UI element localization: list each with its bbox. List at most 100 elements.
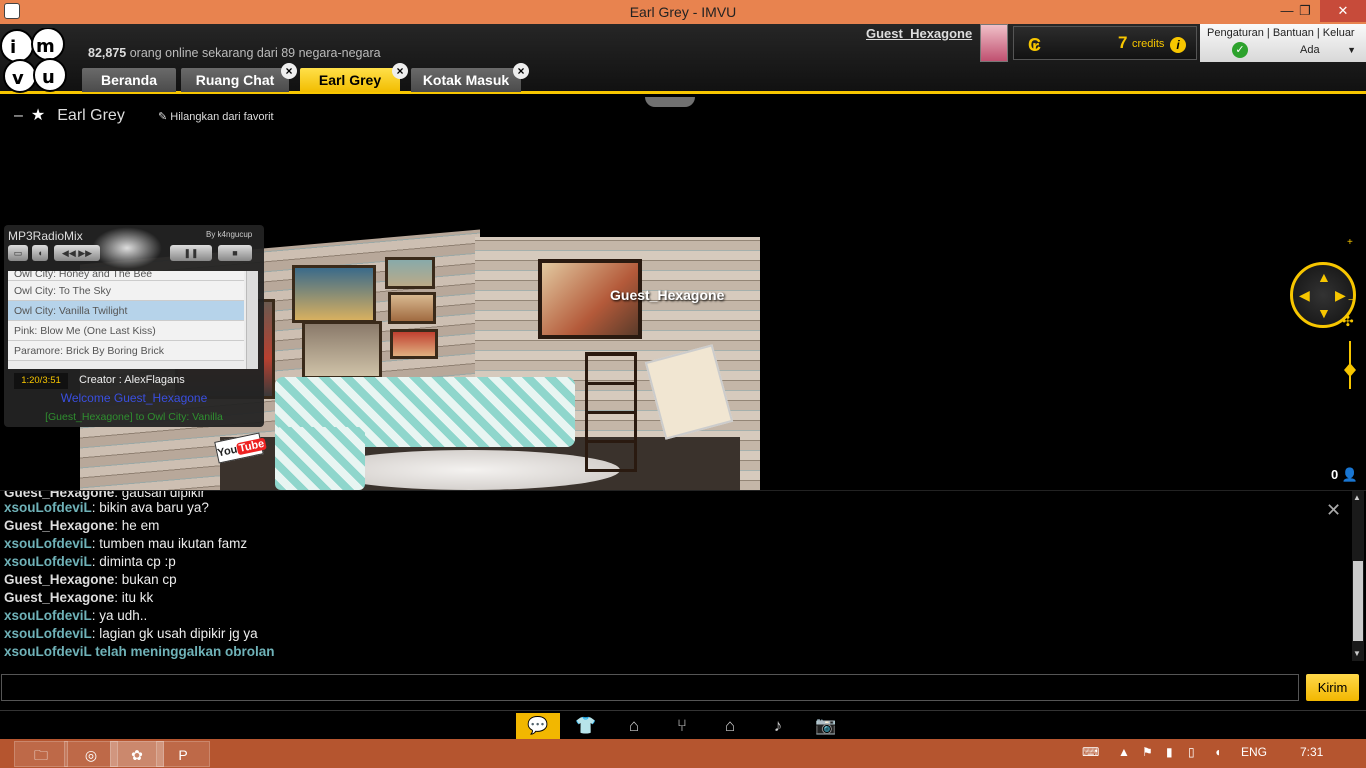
fit-view-icon[interactable]: ✣ <box>1342 313 1354 330</box>
status-select[interactable]: ✓ Ada ▼ <box>1232 42 1360 58</box>
chat-input[interactable] <box>1 674 1299 701</box>
signal-icon[interactable]: ▮ <box>1166 745 1173 759</box>
chat-text: : bukan cp <box>114 572 177 587</box>
tab-ruang-chat[interactable]: Ruang Chat × <box>181 63 297 92</box>
user-count[interactable]: 0 👤 <box>1331 467 1358 483</box>
playlist-item[interactable]: Owl City: To The Sky <box>8 281 244 301</box>
arrow-up-icon[interactable]: ▲ <box>1317 269 1331 285</box>
person-icon: 👤 <box>1341 467 1359 482</box>
imvu-logo[interactable]: i m v u <box>0 28 70 94</box>
zoom-out-icon[interactable]: − <box>1348 295 1354 306</box>
credits-value: 7 <box>1118 33 1128 52</box>
avatar-name-tag[interactable]: Guest_Hexagone <box>610 287 724 303</box>
avatar[interactable] <box>980 24 1008 62</box>
chat-log[interactable]: Guest_Hexagone: gausah dipikir xsouLofde… <box>0 490 1366 662</box>
scrollbar-thumb[interactable] <box>1353 561 1363 641</box>
room-title: – ★ Earl Grey <box>14 105 125 125</box>
scroll-up-icon[interactable]: ▲ <box>1353 493 1361 502</box>
close-tab-icon[interactable]: × <box>392 63 408 79</box>
file-explorer-icon[interactable]: 🗀 <box>14 741 68 767</box>
playlist-scrollbar[interactable] <box>246 271 258 369</box>
powerpoint-icon[interactable]: P <box>156 741 210 767</box>
tab-beranda[interactable]: Beranda <box>82 68 176 92</box>
clock[interactable]: 7:31 <box>1300 745 1323 759</box>
volume-icon[interactable]: ◖ <box>32 245 48 261</box>
zoom-in-icon[interactable]: + <box>1347 237 1353 248</box>
info-icon[interactable]: i <box>1170 37 1186 53</box>
svg-text:v: v <box>12 68 24 89</box>
chevron-up-icon[interactable]: ▲ <box>1118 745 1130 759</box>
scroll-down-icon[interactable]: ▼ <box>1353 649 1361 658</box>
screen-icon[interactable]: ▭ <box>8 245 28 261</box>
playlist[interactable]: Owl City: Honey and The Bee Owl City: To… <box>8 271 258 369</box>
credits-panel[interactable]: ₢ 7 credits i <box>1013 26 1197 60</box>
chat-line: Guest_Hexagone: bukan cp <box>4 572 177 587</box>
svg-text:m: m <box>36 36 55 57</box>
room-3d-view[interactable]: – ★ Earl Grey ✎ Hilangkan dari favorit You… <box>0 97 1366 490</box>
arrow-down-icon[interactable]: ▼ <box>1317 305 1331 321</box>
window-title-bar: Earl Grey - IMVU — ❐ ✕ <box>0 0 1366 24</box>
zoom-slider[interactable] <box>1344 335 1356 395</box>
picture-frame <box>390 329 438 359</box>
chat-user[interactable]: Guest_Hexagone <box>4 518 114 533</box>
picture-frame <box>292 265 376 323</box>
battery-icon[interactable]: ▯ <box>1188 745 1195 759</box>
chat-line: xsouLofdeviL: bikin ava baru ya? <box>4 500 209 515</box>
username-link[interactable]: Guest_Hexagone <box>866 26 972 41</box>
chat-user[interactable]: xsouLofdeviL <box>4 500 92 515</box>
chat-scrollbar[interactable]: ▲ ▼ <box>1352 491 1364 661</box>
room-name: Earl Grey <box>57 107 125 124</box>
chat-icon[interactable]: 💬 <box>516 713 560 739</box>
speaker-icon[interactable]: ◖ <box>1214 745 1221 759</box>
track-time: 1:20/3:51 <box>14 373 68 389</box>
star-icon[interactable]: ★ <box>31 107 45 124</box>
chat-line: xsouLofdeviL: diminta cp :p <box>4 554 176 569</box>
playlist-item[interactable]: Paramore: Brick By Boring Brick <box>8 341 244 361</box>
chat-user[interactable]: xsouLofdeviL <box>4 608 92 623</box>
chat-user[interactable]: Guest_Hexagone <box>4 590 114 605</box>
playlist-item[interactable]: Pink: Blow Me (One Last Kiss) <box>8 321 244 341</box>
online-status-text: 82,875 orang online sekarang dari 89 neg… <box>88 46 381 60</box>
arrow-left-icon[interactable]: ◀ <box>1299 287 1310 304</box>
close-tab-icon[interactable]: × <box>513 63 529 79</box>
keyboard-icon[interactable]: ⌨ <box>1082 745 1099 759</box>
chat-text: : ya udh.. <box>91 608 148 623</box>
close-tab-icon[interactable]: × <box>281 63 297 79</box>
settings-links[interactable]: Pengaturan | Bantuan | Keluar <box>1207 27 1355 39</box>
chat-user[interactable]: xsouLofdeviL <box>4 554 92 569</box>
chat-user[interactable]: Guest_Hexagone <box>4 491 114 500</box>
send-button[interactable]: Kirim <box>1306 674 1359 701</box>
home-icon[interactable]: ⌂ <box>708 713 752 739</box>
chat-user[interactable]: xsouLofdeviL <box>4 536 92 551</box>
sofa-section[interactable] <box>275 427 365 490</box>
playlist-item-selected[interactable]: Owl City: Vanilla Twilight <box>8 301 244 321</box>
arrow-right-icon[interactable]: ▶ <box>1335 287 1346 304</box>
stop-icon[interactable]: ■ <box>218 245 252 261</box>
status-value: Ada <box>1300 44 1320 56</box>
zoom-knob[interactable] <box>1344 363 1356 377</box>
tab-earl-grey[interactable]: Earl Grey × <box>300 63 408 92</box>
shirt-icon[interactable]: 👕 <box>564 713 608 739</box>
camera-icon[interactable]: 📷 <box>804 713 848 739</box>
prev-next-icon[interactable]: ◀◀ ▶▶ <box>54 245 100 261</box>
language-indicator[interactable]: ENG <box>1241 745 1267 759</box>
tab-kotak-masuk[interactable]: Kotak Masuk × <box>411 63 529 92</box>
imvu-window: Earl Grey - IMVU — ❐ ✕ i m v u 82,875 or… <box>0 0 1366 768</box>
collapse-icon[interactable]: – <box>14 107 23 124</box>
pause-icon[interactable]: ❚❚ <box>170 245 212 261</box>
hanger-icon[interactable]: ⌂ <box>612 713 656 739</box>
chat-text: : tumben mau ikutan famz <box>91 536 248 551</box>
flag-icon[interactable]: ⚑ <box>1142 745 1153 759</box>
radio-widget[interactable]: MP3RadioMix By k4ngucup ▭ ◖ ◀◀ ▶▶ ❚❚ ■ O… <box>4 225 264 427</box>
chat-user[interactable]: xsouLofdeviL <box>4 626 92 641</box>
chat-user[interactable]: Guest_Hexagone <box>4 572 114 587</box>
maximize-button[interactable]: ❐ <box>1290 0 1320 22</box>
music-icon[interactable]: ♪ <box>756 713 800 739</box>
speech-bubble <box>645 97 695 107</box>
close-icon[interactable]: ✕ <box>1326 500 1341 521</box>
close-window-button[interactable]: ✕ <box>1320 0 1366 22</box>
remove-favorite-link[interactable]: ✎ Hilangkan dari favorit <box>158 110 274 123</box>
chat-input-row: Kirim <box>0 674 1366 702</box>
pose-icon[interactable]: ⑂ <box>660 713 704 739</box>
playlist-item[interactable]: Owl City: Honey and The Bee <box>8 271 244 281</box>
